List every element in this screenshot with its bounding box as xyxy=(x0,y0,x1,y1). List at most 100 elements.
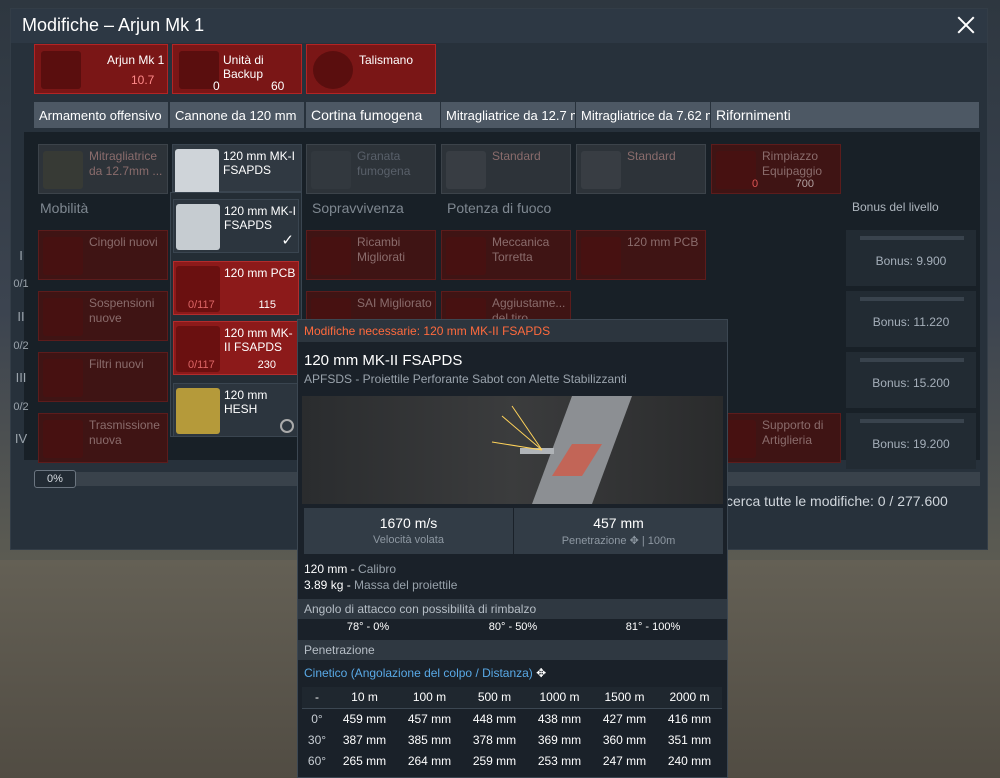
table-header: - xyxy=(302,687,332,709)
mod-label: Meccanica Torretta xyxy=(492,235,550,264)
crew-icon xyxy=(716,151,756,189)
ammo-tooltip: Modifiche necessarie: 120 mm MK-II FSAPD… xyxy=(297,319,728,778)
mod-label: Sospensioni nuove xyxy=(89,296,155,325)
mod-label: Rimpiazzo Equipaggio xyxy=(762,149,823,178)
check-icon: ✓ xyxy=(281,232,294,249)
table-header: 1000 m xyxy=(527,687,592,709)
ammo-belt-icon xyxy=(581,151,621,189)
mod-transmission[interactable]: Trasmissione nuova xyxy=(38,413,168,463)
mod-suspension[interactable]: Sospensioni nuove xyxy=(38,291,168,341)
vehicle-name: Arjun Mk 1 xyxy=(107,53,165,67)
ammo-option[interactable]: 120 mm MK-I FSAPDS ✓ xyxy=(173,199,299,253)
shell-icon xyxy=(176,204,220,250)
mod-artillery[interactable]: Supporto di Artiglieria xyxy=(711,413,841,463)
table-row: 0° 459 mm 457 mm 448 mm 438 mm 427 mm 416 mm xyxy=(311,711,712,726)
tier-fraction: 0/1 xyxy=(13,278,29,290)
table-row: 60° 265 mm 264 mm 259 mm 253 mm 247 mm 240 mm xyxy=(307,753,712,768)
penetration-icon: ✥ xyxy=(629,535,639,547)
mg-icon xyxy=(43,151,83,189)
mod-pcb[interactable]: 120 mm PCB xyxy=(576,230,706,280)
mod-label: Ricambi Migliorati xyxy=(357,235,406,264)
header-cannon: Cannone da 120 mm xyxy=(170,102,304,128)
close-icon[interactable] xyxy=(955,14,977,36)
required-modification: Modifiche necessarie: 120 mm MK-II FSAPD… xyxy=(298,320,727,342)
radio-icon xyxy=(280,419,294,433)
mod-crew-replenish[interactable]: Rimpiazzo Equipaggio 0 700 xyxy=(711,144,841,194)
mod-smoke[interactable]: Granata fumogena xyxy=(306,144,436,194)
mod-mg127[interactable]: Mitragliatrice da 12.7mm ... xyxy=(38,144,168,194)
mod-label: Cingoli nuovi xyxy=(89,235,158,249)
mod-label: SAI Migliorato xyxy=(357,296,432,310)
ammo-option[interactable]: 120 mm HESH xyxy=(173,383,299,437)
cannon-selected-label: 120 mm MK-I FSAPDS xyxy=(223,149,296,177)
mod-label: Trasmissione nuova xyxy=(89,418,160,447)
penetration-table: - 10 m 100 m 500 m 1000 m 1500 m 2000 m … xyxy=(302,687,722,771)
ammo-name: 120 mm MK-II FSAPDS xyxy=(304,352,463,369)
research-all-text: cerca tutte le modifiche: 0 / 277.600 xyxy=(726,493,948,509)
stat-label: Velocità volata xyxy=(373,534,444,546)
filter-icon xyxy=(43,359,83,397)
mod-count: 0 xyxy=(752,178,759,190)
ammo-label: 120 mm PCB xyxy=(224,266,296,280)
header-smoke: Cortina fumogena xyxy=(306,102,440,128)
table-header: 2000 m xyxy=(657,687,722,709)
section-mobility: Mobilità xyxy=(40,200,89,216)
table-header: 100 m xyxy=(397,687,462,709)
impact-illustration xyxy=(491,396,632,504)
mass-row: 3.89 kg - Massa del proiettile xyxy=(304,578,458,592)
penetration-stat: 457 mm Penetrazione ✥ | 100m xyxy=(514,508,723,554)
ammo-label: 120 mm HESH xyxy=(224,388,268,416)
ammo-option[interactable]: 120 mm MK-II FSAPDS 0/117 230 xyxy=(173,321,299,375)
section-firepower: Potenza di fuoco xyxy=(447,200,552,216)
suspension-icon xyxy=(43,298,83,336)
backup-count: 0 xyxy=(213,79,220,93)
backup-cost: 60 xyxy=(271,79,285,93)
ammo-label: 120 mm MK-I FSAPDS xyxy=(224,204,297,232)
header-mg127: Mitragliatrice da 12.7 m xyxy=(441,102,575,128)
wrench-icon xyxy=(446,237,486,275)
table-header: 500 m xyxy=(462,687,527,709)
mod-improved-parts[interactable]: Ricambi Migliorati xyxy=(306,230,436,280)
section-survival: Sopravvivenza xyxy=(312,200,404,216)
backup-slot[interactable]: Unità di Backup 0 60 xyxy=(172,44,302,94)
ammo-option[interactable]: 120 mm PCB 0/117 115 xyxy=(173,261,299,315)
vehicle-slot[interactable]: Arjun Mk 1 10.7 xyxy=(34,44,168,94)
mod-label: Standard xyxy=(492,149,541,163)
mod-label: Filtri nuovi xyxy=(89,357,144,371)
shell-icon xyxy=(176,388,220,434)
table-row: 30° 387 mm 385 mm 378 mm 369 mm 360 mm 351 mm xyxy=(307,732,712,747)
stat-value: 457 mm xyxy=(593,515,644,531)
progress-percent: 0% xyxy=(34,470,76,488)
mod-turret-drive[interactable]: Meccanica Torretta xyxy=(441,230,571,280)
ricochet-title: Angolo di attacco con possibilità di rim… xyxy=(298,599,727,619)
penetration-title: Penetrazione xyxy=(298,640,727,660)
mod-filters[interactable]: Filtri nuovi xyxy=(38,352,168,402)
muzzle-velocity: 1670 m/s Velocità volata xyxy=(304,508,513,554)
mod-mg762-standard[interactable]: Standard xyxy=(576,144,706,194)
talisman-slot[interactable]: Talismano xyxy=(306,44,436,94)
mod-label: 120 mm PCB xyxy=(627,235,699,249)
backup-label: Unità di Backup xyxy=(223,53,264,81)
ricochet-cell: 78° - 0% xyxy=(346,621,390,633)
stat-label: Penetrazione ✥ | 100m xyxy=(561,535,676,547)
tracks-icon xyxy=(43,237,83,275)
ammo-dropdown: 120 mm MK-I FSAPDS ✓ 120 mm PCB 0/117 11… xyxy=(170,192,302,437)
mod-mg127-standard[interactable]: Standard xyxy=(441,144,571,194)
parts-icon xyxy=(311,237,351,275)
tank-icon xyxy=(41,51,81,89)
cannon-slot[interactable]: 120 mm MK-I FSAPDS xyxy=(172,144,302,195)
talisman-icon xyxy=(313,51,353,89)
ammo-cost: 230 xyxy=(257,359,276,371)
header-supplies: Rifornimenti xyxy=(711,102,979,128)
mod-tracks[interactable]: Cingoli nuovi xyxy=(38,230,168,280)
tier-fraction: 0/2 xyxy=(13,401,29,413)
talisman-label: Talismano xyxy=(359,53,414,67)
penetration-icon: ✥ xyxy=(536,666,547,680)
title-bar: Modifiche – Arjun Mk 1 xyxy=(11,9,987,43)
vehicle-br: 10.7 xyxy=(131,73,155,87)
shell-icon xyxy=(581,237,621,275)
ammo-progress: 0/117 xyxy=(188,359,215,371)
tier-number: II xyxy=(17,309,25,324)
caliber-row: 120 mm - Calibro xyxy=(304,562,397,576)
tier-fraction: 0/2 xyxy=(13,340,29,352)
